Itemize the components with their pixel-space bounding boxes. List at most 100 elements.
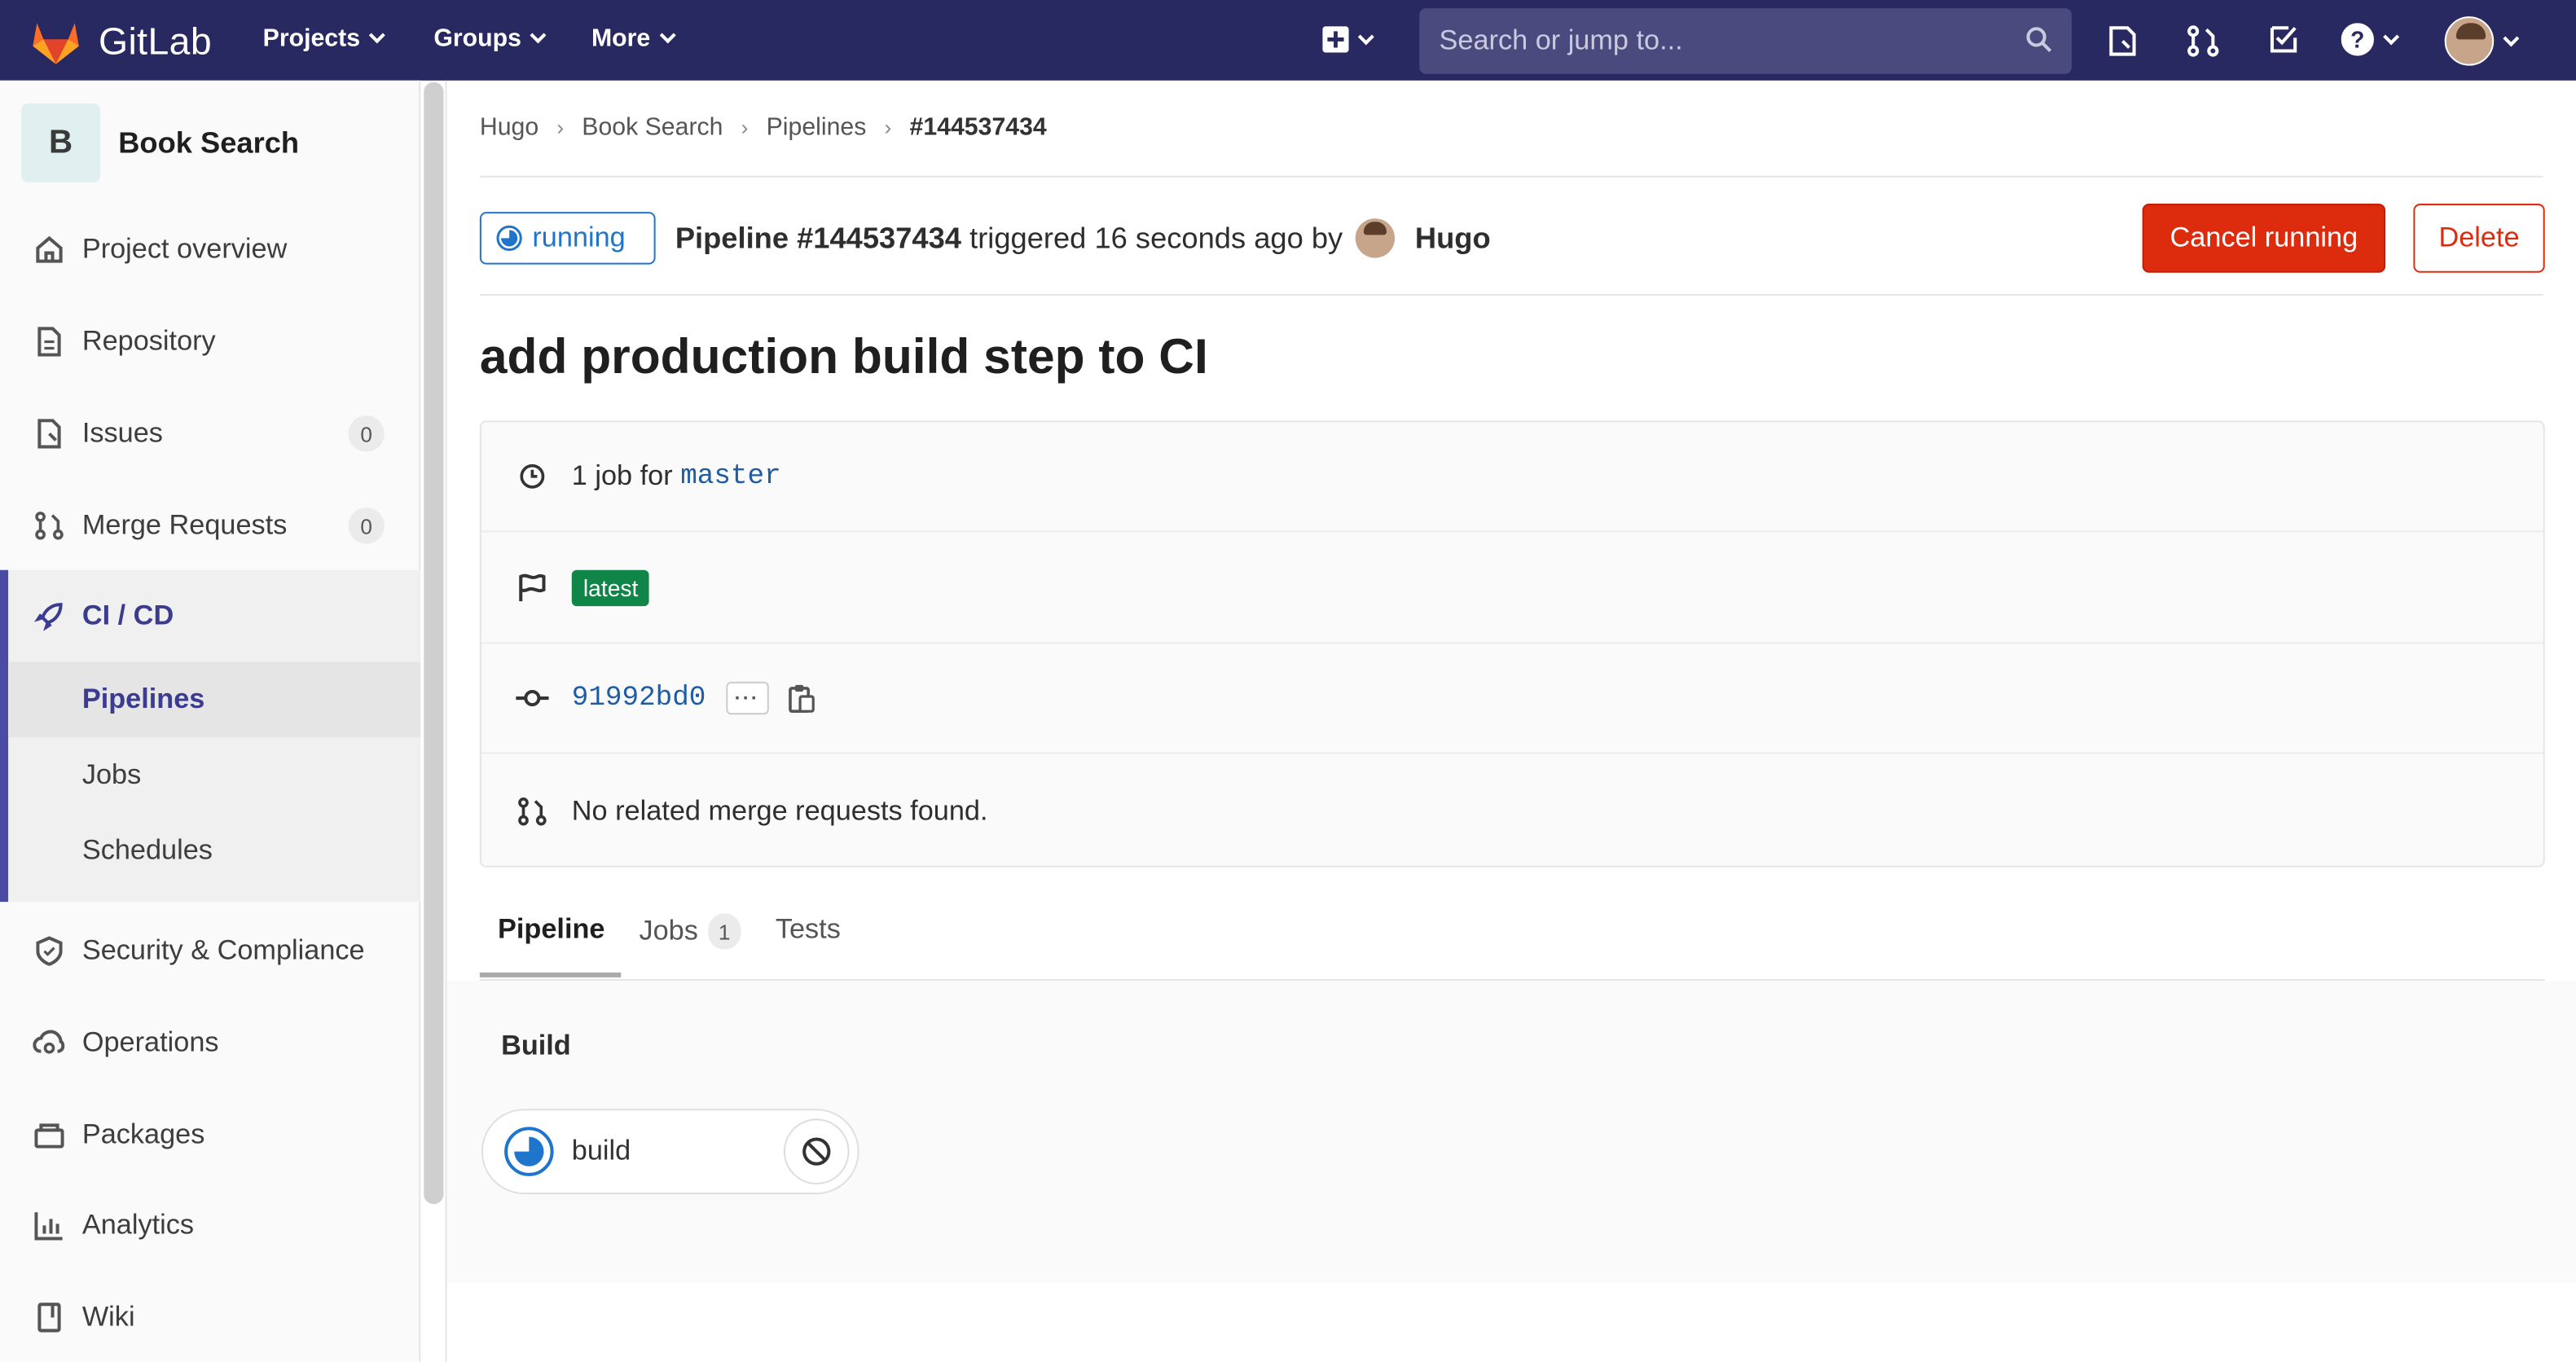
no-mr-text: No related merge requests found. — [571, 794, 988, 826]
main-content: Hugo › Book Search › Pipelines › #144537434… — [446, 81, 2576, 1362]
chevron-down-icon — [659, 27, 676, 44]
pipeline-user[interactable]: Hugo — [1415, 221, 1491, 255]
breadcrumb-item[interactable]: Hugo — [480, 113, 538, 141]
app-root: GitLab Projects Groups More Search or ju… — [0, 0, 2576, 1362]
user-avatar — [2444, 16, 2495, 66]
chevron-right-icon: › — [741, 115, 749, 140]
issues-icon — [37, 419, 61, 449]
sidebar-item-packages[interactable]: Packages — [0, 1096, 420, 1175]
chevron-down-icon — [369, 27, 386, 44]
sidebar-item-overview[interactable]: Project overview — [0, 210, 420, 289]
search-input[interactable]: Search or jump to... — [1419, 8, 2072, 74]
chevron-right-icon: › — [556, 115, 565, 140]
sidebar-item-wiki[interactable]: Wiki — [0, 1278, 420, 1357]
breadcrumb-item[interactable]: #144537434 — [910, 113, 1047, 141]
new-dropdown[interactable] — [1322, 26, 1374, 53]
sidebar-item-security[interactable]: Security & Compliance — [0, 912, 420, 991]
divider — [479, 175, 2543, 178]
merge-request-icon[interactable] — [2187, 24, 2219, 57]
merge-request-icon — [518, 796, 547, 825]
pipeline-info-box: 1 job for master latest 91992bd0 ··· No … — [479, 420, 2545, 868]
chevron-down-icon — [2503, 29, 2520, 46]
job-build[interactable]: build — [481, 1109, 859, 1195]
user-menu[interactable] — [2444, 16, 2520, 66]
tab-jobs[interactable]: Jobs 1 — [639, 913, 741, 950]
tab-tests[interactable]: Tests — [776, 913, 841, 946]
sidebar-item-merge-requests[interactable]: Merge Requests 0 — [0, 486, 420, 565]
cancel-running-button[interactable]: Cancel running — [2142, 204, 2386, 273]
chevron-down-icon — [530, 27, 547, 44]
project-name: Book Search — [118, 125, 300, 159]
pipeline-graph: Build build — [446, 980, 2576, 1283]
book-icon — [37, 1303, 61, 1333]
project-sidebar: B Book Search Project overview Repositor… — [0, 80, 421, 1362]
top-navbar: GitLab Projects Groups More Search or ju… — [0, 0, 2576, 81]
sidebar-scrollbar[interactable] — [424, 81, 444, 1205]
project-avatar: B — [21, 103, 101, 182]
sidebar-item-repository[interactable]: Repository — [0, 302, 420, 381]
jobs-count-badge: 1 — [707, 913, 741, 950]
sidebar-subitem-jobs[interactable]: Jobs — [82, 759, 141, 792]
nav-projects[interactable]: Projects — [263, 24, 386, 53]
branch-link[interactable]: master — [680, 461, 780, 492]
svg-text:?: ? — [2350, 26, 2364, 52]
sidebar-item-label: Packages — [81, 1118, 205, 1150]
sidebar-subitem-schedules[interactable]: Schedules — [82, 834, 213, 867]
sidebar-item-label: Operations — [81, 1026, 219, 1058]
chevron-down-icon — [2383, 28, 2400, 45]
breadcrumb-item[interactable]: Book Search — [582, 113, 723, 141]
help-dropdown[interactable]: ? — [2341, 23, 2400, 56]
pipeline-id: Pipeline #144537434 — [675, 221, 961, 254]
clipboard-icon — [788, 684, 815, 714]
sidebar-item-operations[interactable]: Operations — [0, 1004, 420, 1083]
ellipsis-button[interactable]: ··· — [725, 681, 769, 715]
gitlab-logo[interactable]: GitLab — [29, 16, 212, 65]
flag-icon — [519, 573, 546, 602]
latest-badge: latest — [571, 569, 650, 607]
todo-icon[interactable] — [2269, 24, 2298, 54]
running-status-icon — [496, 225, 522, 252]
merge-request-icon — [35, 512, 64, 540]
project-header[interactable]: B Book Search — [21, 103, 299, 182]
nav-more-label: More — [591, 24, 651, 53]
rocket-icon — [34, 603, 63, 631]
plus-square-icon — [1322, 26, 1349, 53]
delete-button[interactable]: Delete — [2413, 204, 2545, 273]
tab-label: Tests — [775, 913, 841, 945]
commit-sha-link[interactable]: 91992bd0 — [572, 683, 706, 714]
sidebar-item-label: Merge Requests — [81, 509, 288, 541]
info-row-jobs: 1 job for master — [481, 422, 2543, 533]
issues-icon[interactable] — [2108, 24, 2137, 57]
job-count-text: 1 job for — [571, 459, 673, 491]
cancel-job-button[interactable] — [783, 1118, 850, 1184]
document-icon — [37, 327, 61, 357]
info-row-merge-requests: No related merge requests found. — [481, 756, 2543, 866]
cloud-gear-icon — [33, 1030, 65, 1054]
status-badge[interactable]: running — [479, 212, 656, 265]
divider — [479, 293, 2543, 296]
sidebar-item-cicd[interactable]: CI / CD — [0, 577, 420, 656]
package-icon — [34, 1123, 64, 1149]
tab-label: Pipeline — [498, 913, 605, 945]
info-row-commit: 91992bd0 ··· — [481, 644, 2543, 754]
shield-icon — [36, 936, 63, 966]
mr-count-badge: 0 — [348, 507, 385, 544]
pipeline-tabs: Pipeline Jobs 1 Tests — [479, 877, 2545, 981]
tab-label: Jobs — [639, 915, 698, 947]
sidebar-subitem-pipelines[interactable]: Pipelines — [82, 683, 205, 716]
clock-icon — [520, 464, 545, 489]
running-status-icon — [504, 1127, 554, 1176]
bar-chart-icon — [34, 1212, 63, 1241]
copy-sha-button[interactable] — [788, 683, 815, 714]
sidebar-item-analytics[interactable]: Analytics — [0, 1186, 420, 1265]
sidebar-item-issues[interactable]: Issues 0 — [0, 394, 420, 473]
nav-groups-label: Groups — [433, 24, 521, 53]
breadcrumb-item[interactable]: Pipelines — [767, 113, 867, 141]
nav-more[interactable]: More — [591, 24, 676, 53]
user-avatar[interactable] — [1356, 218, 1396, 258]
sidebar-item-label: Repository — [81, 325, 216, 357]
tab-pipeline[interactable]: Pipeline — [498, 913, 604, 946]
nav-groups[interactable]: Groups — [433, 24, 547, 53]
sidebar-item-label: Security & Compliance — [81, 934, 365, 966]
status-label: running — [532, 222, 626, 253]
